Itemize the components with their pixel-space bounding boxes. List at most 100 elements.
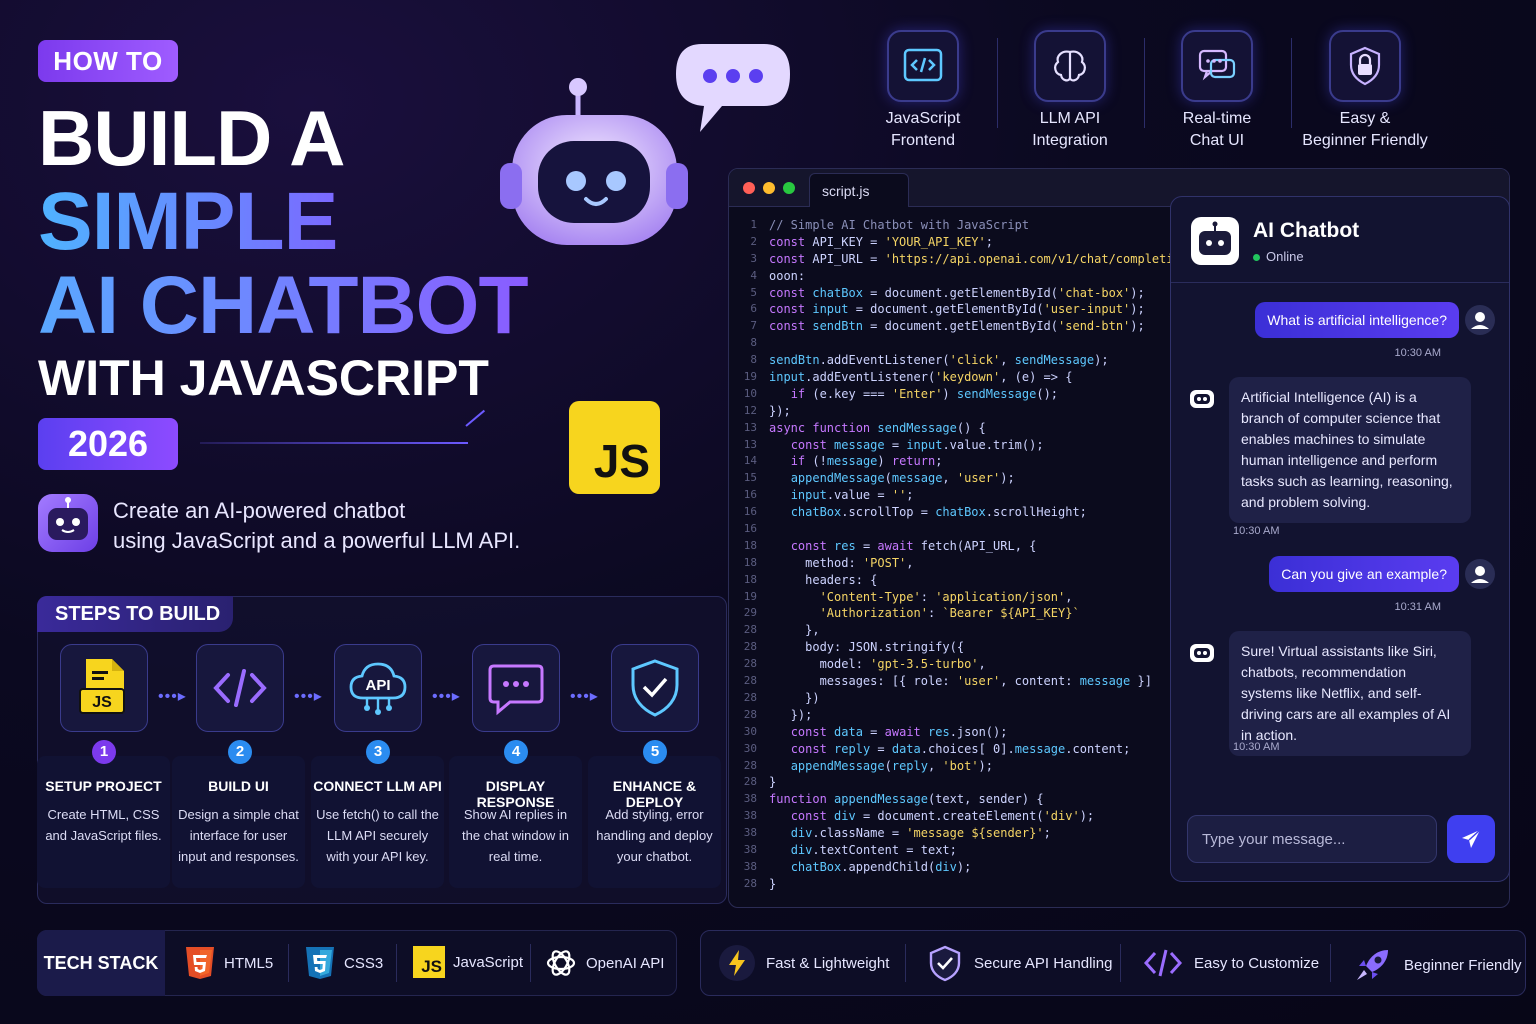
svg-text:API: API	[365, 677, 390, 694]
step-arrow-icon: •••▸	[432, 688, 461, 705]
html5-icon	[186, 947, 214, 979]
divider	[1144, 38, 1145, 128]
line-number: 18	[743, 555, 757, 569]
code-line: 38 function appendMessage(text, sender) {	[729, 791, 1210, 808]
code-line: 28}	[729, 774, 1210, 791]
line-number: 30	[743, 724, 757, 738]
step-description: Create HTML, CSS and JavaScript files.	[45, 807, 162, 843]
feature-customize: Easy to Customize	[1142, 944, 1319, 982]
code-text: div.textContent = text;	[790, 842, 957, 857]
line-number: 1	[750, 218, 757, 231]
code-line: 4 ooon:	[729, 268, 1210, 285]
step-title: BUILD UI	[208, 778, 269, 794]
lock-shield-icon	[1329, 30, 1401, 102]
divider	[905, 944, 906, 982]
line-number: 19	[743, 370, 757, 384]
code-text: body: JSON.stringify({	[769, 640, 965, 655]
line-number: 15	[743, 471, 757, 485]
code-text: }	[769, 876, 777, 891]
tech-name: HTML5	[224, 954, 274, 972]
feature-fast: Fast & Lightweight	[718, 944, 889, 982]
line-number: 7	[750, 319, 757, 333]
feature-line-2: Frontend	[890, 132, 956, 149]
line-number: 28	[743, 640, 757, 654]
line-number: 18	[743, 538, 757, 552]
rocket-icon	[1357, 950, 1388, 980]
code-line: 18 method: 'POST',	[729, 555, 1210, 572]
code-text: appendMessage(message, 'user');	[790, 471, 1015, 486]
code-text: ooon:	[769, 268, 806, 283]
send-button[interactable]	[1447, 815, 1495, 863]
code-line: 8	[729, 335, 1210, 352]
code-icon	[887, 30, 959, 102]
code-line: 6 const input = document.getElementById('…	[729, 301, 1210, 318]
line-number: 28	[743, 690, 757, 704]
css3-icon	[306, 947, 334, 979]
line-number: 12	[743, 403, 757, 417]
shield-check-icon	[611, 644, 699, 732]
code-text: const data = await res.json();	[790, 724, 1008, 739]
close-dot-icon[interactable]	[743, 182, 755, 194]
code-text: chatBox.scrollTop = chatBox.scrollHeight…	[790, 505, 1087, 520]
feature-javascript-frontend: JavaScript Frontend	[853, 30, 993, 152]
code-line: 30 const data = await res.json();	[729, 724, 1210, 741]
code-line: 29 'Authorization': `Bearer ${API_KEY}`	[729, 605, 1210, 622]
code-text: input.value = '';	[790, 488, 914, 503]
divider	[1291, 38, 1292, 128]
lightning-icon	[719, 945, 755, 981]
title-line-3: AI CHATBOT	[38, 260, 529, 351]
speech-bubble-icon	[672, 40, 794, 136]
code-line: 28 messages: [{ role: 'user', content: m…	[729, 673, 1210, 690]
chat-header: AI Chatbot Online	[1171, 197, 1509, 283]
code-line: 28 });	[729, 707, 1210, 724]
title-line-1: BUILD A	[38, 94, 345, 182]
tech-html5: HTML5	[184, 946, 273, 980]
message-time: 10:30 AM	[1233, 741, 1280, 753]
step-arrow-icon: •••▸	[294, 688, 323, 705]
code-line: 1 // Simple AI Chatbot with JavaScript	[729, 217, 1210, 234]
code-text: appendMessage(reply, 'bot');	[790, 758, 993, 773]
code-line: 10 if (e.key === 'Enter') sendMessage();	[729, 386, 1210, 403]
code-text: model: 'gpt-3.5-turbo',	[769, 657, 986, 672]
chat-dots-icon	[472, 644, 560, 732]
line-number: 28	[743, 876, 757, 890]
code-text: method: 'POST',	[769, 555, 914, 570]
send-icon	[1462, 829, 1481, 848]
feature-line-1: JavaScript	[885, 110, 961, 127]
code-line: 38 const div = document.createElement('d…	[729, 808, 1210, 825]
feature-line-1: LLM API	[1039, 110, 1101, 127]
bot-message: Artificial Intelligence (AI) is a branch…	[1229, 377, 1471, 523]
code-line: 7 const sendBtn = document.getElementById…	[729, 318, 1210, 335]
status-online: Online	[1253, 249, 1304, 264]
decor-line	[200, 442, 468, 444]
how-to-badge: HOW TO	[38, 40, 178, 82]
tab-script-js[interactable]: script.js	[809, 173, 909, 207]
tech-name: JavaScript	[453, 953, 524, 971]
bot-avatar-icon	[1191, 217, 1239, 265]
step-description: Show AI replies in the chat window in re…	[462, 807, 569, 864]
code-text: // Simple AI Chatbot with JavaScript	[769, 218, 1030, 232]
feature-llm-api: LLM API Integration	[1000, 30, 1140, 152]
message-input[interactable]: Type your message...	[1187, 815, 1437, 863]
code-line: 14 if (!message) return;	[729, 453, 1210, 470]
line-number: 13	[743, 420, 757, 434]
brain-icon	[1034, 30, 1106, 102]
line-number: 18	[743, 572, 757, 586]
feature-line-2: Chat UI	[1189, 132, 1245, 149]
line-number: 19	[743, 589, 757, 603]
line-number: 28	[743, 657, 757, 671]
line-number: 28	[743, 775, 757, 789]
bot-message-icon	[1190, 644, 1214, 662]
step-arrow-icon: •••▸	[570, 688, 599, 705]
maximize-dot-icon[interactable]	[783, 182, 795, 194]
code-icon	[196, 644, 284, 732]
step-arrow-icon: •••▸	[158, 688, 187, 705]
feature-beginner: Beginner Friendly	[1352, 944, 1522, 986]
line-number: 38	[743, 826, 757, 840]
description: Create an AI-powered chatbot using JavaS…	[113, 496, 520, 556]
code-line: 38 chatBox.appendChild(div);	[729, 859, 1210, 876]
code-text: if (!message) return;	[790, 454, 943, 469]
line-number: 28	[743, 707, 757, 721]
line-number: 28	[743, 623, 757, 637]
minimize-dot-icon[interactable]	[763, 182, 775, 194]
